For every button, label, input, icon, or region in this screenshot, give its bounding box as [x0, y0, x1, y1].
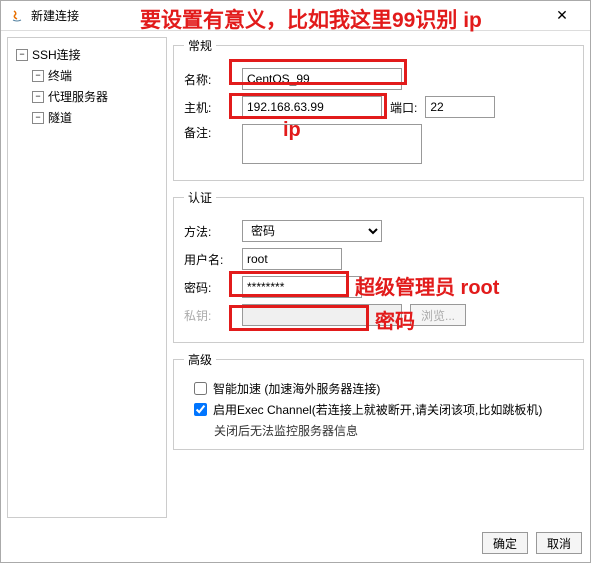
tree-item-tunnel[interactable]: − 隧道 [28, 107, 162, 128]
dialog-footer: 确定 取消 [1, 524, 590, 562]
exec-channel-checkbox[interactable] [194, 403, 207, 416]
cancel-button[interactable]: 取消 [536, 532, 582, 554]
ok-button[interactable]: 确定 [482, 532, 528, 554]
pwd-input[interactable] [242, 276, 362, 298]
advanced-group: 高级 智能加速 (加速海外服务器连接) 启用Exec Channel(若连接上就… [173, 351, 584, 450]
tree-root-ssh[interactable]: − SSH连接 [12, 44, 162, 65]
dialog-body: − SSH连接 − 终端 − 代理服务器 − 隧道 常规 名称: [1, 31, 590, 524]
auth-legend: 认证 [184, 189, 216, 206]
content-panel: 常规 名称: 主机: 端口: 备注: 认证 [173, 37, 584, 518]
titlebar: 新建连接 ✕ [1, 1, 590, 31]
tree-item-terminal[interactable]: − 终端 [28, 65, 162, 86]
name-label: 名称: [184, 71, 234, 88]
general-legend: 常规 [184, 37, 216, 54]
remark-label: 备注: [184, 124, 234, 141]
name-input[interactable] [242, 68, 402, 90]
smart-accel-label: 智能加速 (加速海外服务器连接) [213, 380, 380, 397]
tree-collapse-icon[interactable]: − [32, 112, 44, 124]
dialog-window: 新建连接 ✕ − SSH连接 − 终端 − 代理服务器 − 隧道 常规 [0, 0, 591, 563]
method-label: 方法: [184, 223, 234, 240]
pwd-label: 密码: [184, 279, 234, 296]
user-input[interactable] [242, 248, 342, 270]
advanced-legend: 高级 [184, 351, 216, 368]
tree-item-label: 隧道 [48, 109, 72, 126]
host-input[interactable] [242, 96, 382, 118]
general-group: 常规 名称: 主机: 端口: 备注: [173, 37, 584, 181]
key-input [242, 304, 402, 326]
sidebar-tree: − SSH连接 − 终端 − 代理服务器 − 隧道 [7, 37, 167, 518]
user-label: 用户名: [184, 251, 234, 268]
tree-collapse-icon[interactable]: − [16, 49, 28, 61]
port-input[interactable] [425, 96, 495, 118]
auth-group: 认证 方法: 密码 用户名: 密码: 私钥: [173, 189, 584, 343]
host-label: 主机: [184, 99, 234, 116]
dialog-title: 新建连接 [31, 7, 542, 24]
exec-channel-label: 启用Exec Channel(若连接上就被断开,请关闭该项,比如跳板机) [213, 401, 542, 418]
close-button[interactable]: ✕ [542, 2, 582, 30]
tree-item-proxy[interactable]: − 代理服务器 [28, 86, 162, 107]
remark-input[interactable] [242, 124, 422, 164]
tree-collapse-icon[interactable]: − [32, 70, 44, 82]
tree-item-label: 代理服务器 [48, 88, 108, 105]
smart-accel-checkbox[interactable] [194, 382, 207, 395]
tree-item-label: 终端 [48, 67, 72, 84]
browse-button: 浏览... [410, 304, 466, 326]
exec-note: 关闭后无法监控服务器信息 [214, 422, 573, 439]
method-select[interactable]: 密码 [242, 220, 382, 242]
java-icon [9, 8, 25, 24]
tree-collapse-icon[interactable]: − [32, 91, 44, 103]
key-label: 私钥: [184, 307, 234, 324]
port-label: 端口: [390, 99, 417, 116]
tree-root-label: SSH连接 [32, 46, 81, 63]
